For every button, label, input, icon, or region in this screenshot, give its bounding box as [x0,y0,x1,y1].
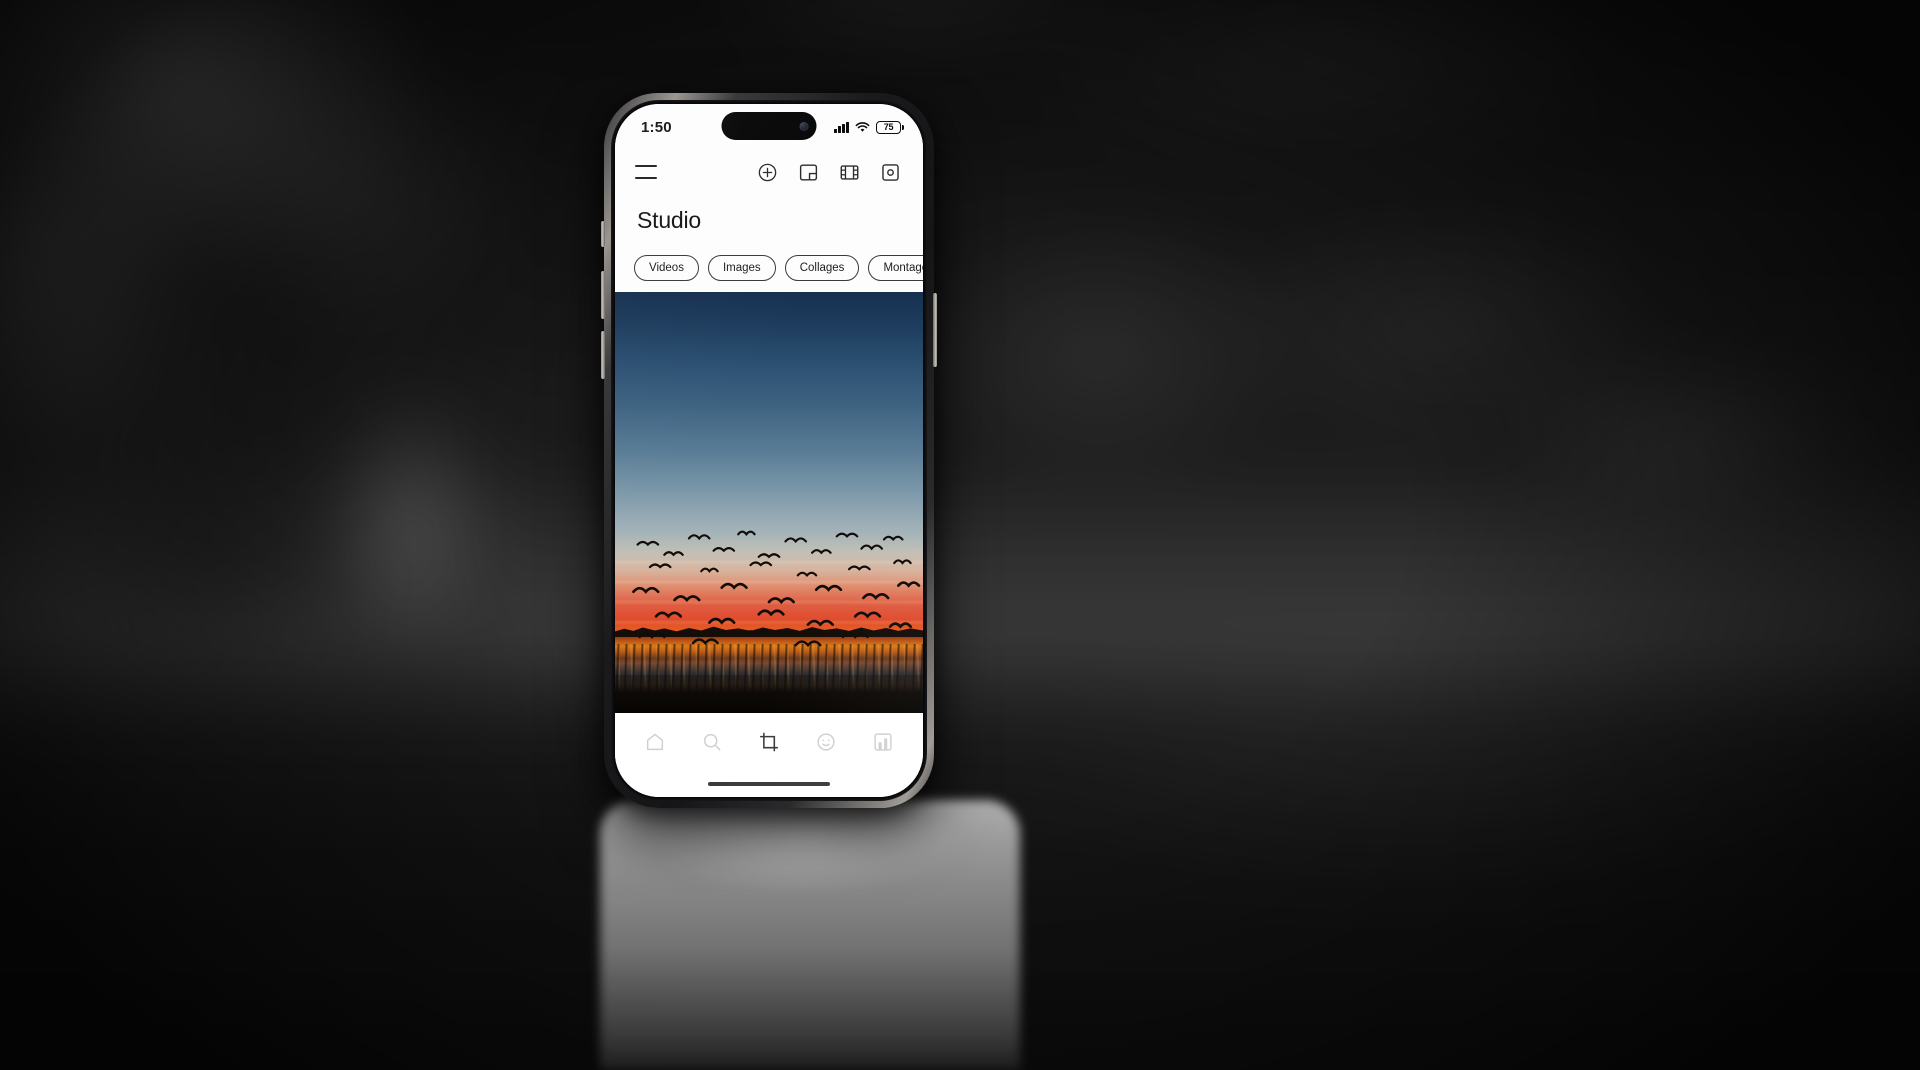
filter-chip-montages[interactable]: Montages [868,255,923,281]
crop-frame-icon[interactable] [758,731,780,753]
iphone-device: 1:50 75 Studio Videos Images Collages Mo… [601,93,937,808]
film-strip-icon[interactable] [839,162,860,183]
home-icon[interactable] [644,731,666,753]
filter-chip-collages[interactable]: Collages [784,255,860,281]
filter-chips-row[interactable]: Videos Images Collages Montages [615,244,923,292]
dynamic-island [721,112,817,140]
bar-chart-icon[interactable] [872,731,894,753]
wifi-icon [855,121,870,132]
page-title: Studio [615,196,923,244]
status-icons: 75 [834,120,904,134]
status-bar: 1:50 75 [615,104,923,148]
photo-birds [632,530,921,648]
front-camera-icon [799,121,809,131]
filter-chip-videos[interactable]: Videos [634,255,699,281]
camera-square-icon[interactable] [880,162,901,183]
search-icon[interactable] [701,731,723,753]
volume-up-button[interactable] [601,271,605,319]
filter-chip-images[interactable]: Images [707,255,776,281]
desk-pedestal [600,800,1020,1070]
volume-down-button[interactable] [601,331,605,379]
smiley-face-icon[interactable] [815,731,837,753]
device-screen: 1:50 75 Studio Videos Images Collages Mo… [615,104,923,797]
silent-switch[interactable] [601,221,605,247]
battery-percent: 75 [883,121,894,132]
toolbar-actions [757,162,901,183]
app-toolbar [615,148,923,196]
home-indicator[interactable] [708,781,830,787]
hamburger-menu-icon[interactable] [635,165,657,179]
collage-layout-icon[interactable] [798,162,819,183]
home-indicator-area [615,771,923,797]
status-time: 1:50 [641,118,672,136]
plus-circle-icon[interactable] [757,162,778,183]
battery-icon: 75 [876,120,904,134]
cellular-bars-icon [834,121,849,133]
photo-preview[interactable] [615,292,923,713]
power-button[interactable] [933,293,937,367]
screenshot-scene: 1:50 75 Studio Videos Images Collages Mo… [0,0,1920,1070]
bottom-navigation [615,713,923,771]
